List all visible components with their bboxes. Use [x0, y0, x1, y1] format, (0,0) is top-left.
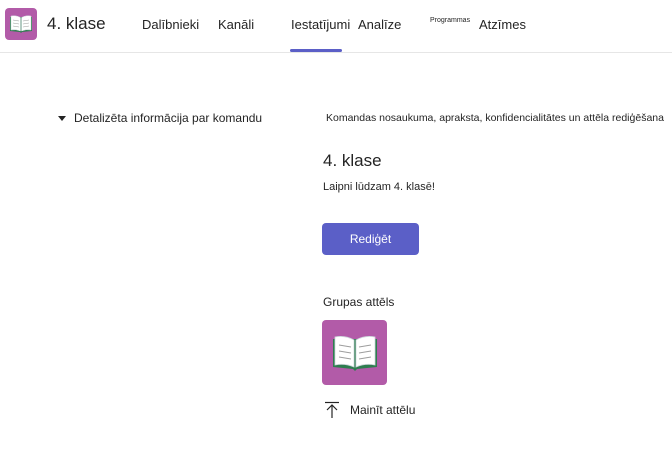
- tab-channels[interactable]: Kanāli: [218, 17, 254, 32]
- team-title: 4. klase: [323, 151, 382, 170]
- team-details-toggle[interactable]: Detalizēta informācija par komandu: [58, 111, 262, 125]
- tab-members[interactable]: Dalībnieki: [142, 17, 199, 32]
- open-book-icon: [332, 335, 377, 371]
- group-image: [322, 320, 387, 385]
- caret-down-icon: [58, 115, 66, 121]
- section-description: Komandas nosaukuma, apraksta, konfidenci…: [326, 112, 664, 124]
- tab-grades-superscript: Programmas: [430, 17, 471, 24]
- tab-analytics[interactable]: Analīze: [358, 17, 401, 32]
- group-image-label: Grupas attēls: [323, 295, 395, 309]
- team-avatar[interactable]: [5, 8, 37, 40]
- upload-icon: [325, 401, 339, 418]
- open-book-icon: [10, 15, 32, 33]
- team-name: 4. klase: [47, 14, 106, 33]
- section-title: Detalizēta informācija par komandu: [74, 111, 263, 125]
- team-description: Laipni lūdzam 4. klasē!: [323, 181, 435, 193]
- app-header: 4. klase Dalībnieki Kanāli Iestatījumi A…: [0, 0, 672, 53]
- active-tab-indicator: [290, 49, 342, 52]
- tab-settings[interactable]: Iestatījumi: [291, 17, 350, 32]
- edit-button[interactable]: Rediģēt: [322, 223, 419, 255]
- tab-grades[interactable]: Atzīmes: [479, 17, 526, 32]
- change-image-label: Mainīt attēlu: [350, 403, 416, 417]
- change-image-button[interactable]: Mainīt attēlu: [324, 401, 415, 419]
